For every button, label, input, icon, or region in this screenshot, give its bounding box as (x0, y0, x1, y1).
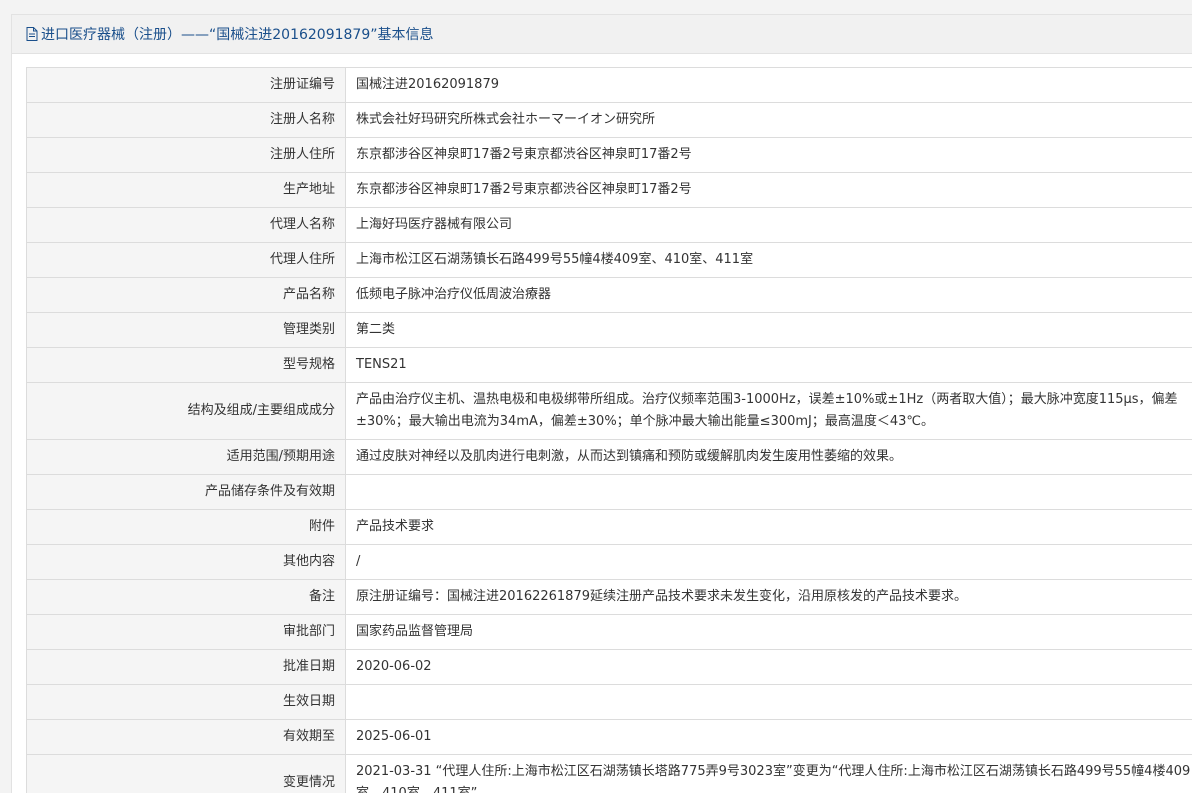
field-label: 适用范围/预期用途 (26, 439, 346, 475)
field-label: 批准日期 (26, 649, 346, 685)
table-row: 注册人名称 株式会社好玛研究所株式会社ホーマーイオン研究所 (26, 102, 1192, 138)
table-row: 其他内容 / (26, 544, 1192, 580)
table-row: 变更情况 2021-03-31 “代理人住所:上海市松江区石湖荡镇长塔路775弄… (26, 754, 1192, 793)
field-label: 生产地址 (26, 172, 346, 208)
info-panel: 进口医疗器械（注册）——“国械注进20162091879”基本信息 注册证编号 … (11, 14, 1192, 793)
table-row: 有效期至 2025-06-01 (26, 719, 1192, 755)
page-title: 进口医疗器械（注册）——“国械注进20162091879”基本信息 (41, 27, 434, 43)
table-row: 产品储存条件及有效期 (26, 474, 1192, 510)
field-value: 2025-06-01 (345, 719, 1192, 755)
field-label: 管理类别 (26, 312, 346, 348)
field-value: 东京都涉谷区神泉町17番2号東京都渋谷区神泉町17番2号 (345, 172, 1192, 208)
table-row: 适用范围/预期用途 通过皮肤对神经以及肌肉进行电刺激，从而达到镇痛和预防或缓解肌… (26, 439, 1192, 475)
field-value: TENS21 (345, 347, 1192, 383)
info-table: 注册证编号 国械注进20162091879 注册人名称 株式会社好玛研究所株式会… (26, 67, 1192, 793)
field-value: 产品由治疗仪主机、温热电极和电极绑带所组成。治疗仪频率范围3-1000Hz，误差… (345, 382, 1192, 440)
table-row: 附件 产品技术要求 (26, 509, 1192, 545)
field-label: 产品储存条件及有效期 (26, 474, 346, 510)
panel-header: 进口医疗器械（注册）——“国械注进20162091879”基本信息 (12, 15, 1192, 54)
field-value: 2020-06-02 (345, 649, 1192, 685)
field-value: 国械注进20162091879 (345, 67, 1192, 103)
table-row: 注册人住所 东京都涉谷区神泉町17番2号東京都渋谷区神泉町17番2号 (26, 137, 1192, 173)
document-icon (26, 27, 38, 41)
field-value: 第二类 (345, 312, 1192, 348)
field-label: 备注 (26, 579, 346, 615)
field-label: 变更情况 (26, 754, 346, 793)
field-value (345, 474, 1192, 510)
field-value (345, 684, 1192, 720)
field-label: 代理人住所 (26, 242, 346, 278)
table-row: 结构及组成/主要组成成分 产品由治疗仪主机、温热电极和电极绑带所组成。治疗仪频率… (26, 382, 1192, 440)
table-row: 管理类别 第二类 (26, 312, 1192, 348)
table-row: 代理人住所 上海市松江区石湖荡镇长石路499号55幢4楼409室、410室、41… (26, 242, 1192, 278)
table-row: 注册证编号 国械注进20162091879 (26, 67, 1192, 103)
page-background: 进口医疗器械（注册）——“国械注进20162091879”基本信息 注册证编号 … (0, 0, 1192, 793)
field-label: 结构及组成/主要组成成分 (26, 382, 346, 440)
field-label: 有效期至 (26, 719, 346, 755)
field-value: 国家药品监督管理局 (345, 614, 1192, 650)
field-label: 附件 (26, 509, 346, 545)
field-value: 上海好玛医疗器械有限公司 (345, 207, 1192, 243)
field-value: / (345, 544, 1192, 580)
field-value: 原注册证编号：国械注进20162261879延续注册产品技术要求未发生变化，沿用… (345, 579, 1192, 615)
field-label: 审批部门 (26, 614, 346, 650)
field-value: 通过皮肤对神经以及肌肉进行电刺激，从而达到镇痛和预防或缓解肌肉发生废用性萎缩的效… (345, 439, 1192, 475)
field-label: 产品名称 (26, 277, 346, 313)
field-label: 注册证编号 (26, 67, 346, 103)
table-row: 型号规格 TENS21 (26, 347, 1192, 383)
field-value: 株式会社好玛研究所株式会社ホーマーイオン研究所 (345, 102, 1192, 138)
field-label: 注册人名称 (26, 102, 346, 138)
field-value: 东京都涉谷区神泉町17番2号東京都渋谷区神泉町17番2号 (345, 137, 1192, 173)
field-value: 产品技术要求 (345, 509, 1192, 545)
field-label: 生效日期 (26, 684, 346, 720)
table-row: 产品名称 低频电子脉冲治疗仪低周波治療器 (26, 277, 1192, 313)
table-row: 代理人名称 上海好玛医疗器械有限公司 (26, 207, 1192, 243)
field-value: 低频电子脉冲治疗仪低周波治療器 (345, 277, 1192, 313)
table-row: 批准日期 2020-06-02 (26, 649, 1192, 685)
field-label: 注册人住所 (26, 137, 346, 173)
field-label: 其他内容 (26, 544, 346, 580)
table-row: 生效日期 (26, 684, 1192, 720)
field-value: 上海市松江区石湖荡镇长石路499号55幢4楼409室、410室、411室 (345, 242, 1192, 278)
field-label: 型号规格 (26, 347, 346, 383)
table-row: 生产地址 东京都涉谷区神泉町17番2号東京都渋谷区神泉町17番2号 (26, 172, 1192, 208)
field-value: 2021-03-31 “代理人住所:上海市松江区石湖荡镇长塔路775弄9号302… (345, 754, 1192, 793)
field-label: 代理人名称 (26, 207, 346, 243)
table-row: 审批部门 国家药品监督管理局 (26, 614, 1192, 650)
table-row: 备注 原注册证编号：国械注进20162261879延续注册产品技术要求未发生变化… (26, 579, 1192, 615)
